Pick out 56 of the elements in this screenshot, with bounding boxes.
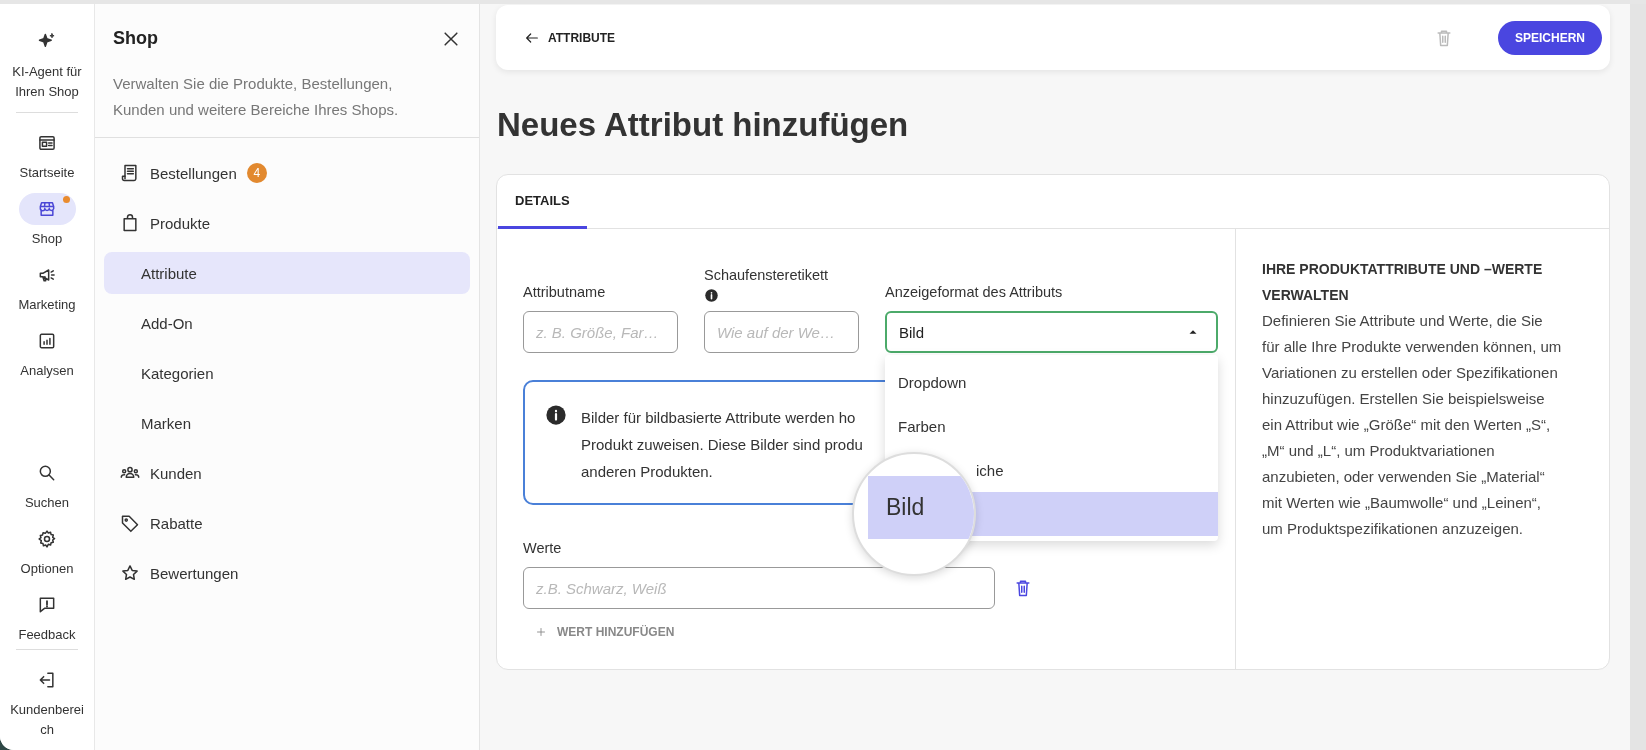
select-field[interactable]: Bild bbox=[885, 311, 1218, 353]
rail-label[interactable]: Startseite bbox=[4, 163, 90, 183]
rail-label[interactable]: Feedback bbox=[4, 625, 90, 645]
info-text-line: anderen Produkten. bbox=[581, 462, 714, 482]
info-text-line: Produkt zuweisen. Diese Bilder sind produ bbox=[581, 435, 863, 455]
text-field[interactable]: z. B. Größe, Far… bbox=[523, 311, 678, 353]
page-title: Neues Attribut hinzufügen bbox=[497, 106, 910, 144]
storefront-icon bbox=[37, 199, 57, 219]
field-label: Attributname bbox=[523, 283, 607, 302]
count-badge: 4 bbox=[246, 163, 267, 183]
tag-icon bbox=[120, 513, 140, 533]
star-icon bbox=[120, 563, 140, 583]
help-text: Definieren Sie Attribute und Werte, die Sie für alle Ihre Produkte verwenden können, um Variationen zu erstellen oder Spezifikationen hinzuzufügen. Erstellen Sie beispielsweise ein Attribut wie „Größe“ mit den Werten „S“, „M“ und „L“, um Produktvariationen anzubieten, oder verwenden Sie „Material“ mit Werten wie „Baumwolle“ und „Leinen“, um Produktspezifikationen anzuzeigen. bbox=[1262, 311, 1563, 539]
rail-label[interactable]: Kundenbereich bbox=[8, 700, 86, 740]
sidebar-item[interactable]: Rabatte bbox=[104, 502, 470, 544]
value-field[interactable]: z.B. Schwarz, Weiß bbox=[523, 567, 995, 609]
rail-button[interactable] bbox=[18, 193, 76, 225]
save-button[interactable]: SPEICHERN bbox=[1498, 20, 1602, 55]
sidebar-item[interactable]: Bestellungen 4 bbox=[104, 152, 470, 194]
dropdown-option[interactable]: Dropdown bbox=[885, 360, 1218, 404]
search-icon bbox=[37, 463, 57, 483]
plus-icon bbox=[535, 626, 547, 638]
magnified-option: Bild bbox=[886, 494, 925, 521]
receipt-icon bbox=[120, 163, 140, 183]
rail-label[interactable]: KI-Agent für Ihren Shop bbox=[4, 62, 90, 102]
sidebar-item[interactable]: Bewertungen bbox=[104, 552, 470, 594]
sidebar-title: Shop bbox=[113, 28, 158, 49]
sidebar-item[interactable]: Kunden bbox=[104, 452, 470, 494]
browser-window-icon bbox=[37, 133, 57, 153]
rail-label[interactable]: Shop bbox=[4, 229, 90, 249]
sidebar-item[interactable]: Attribute bbox=[104, 252, 470, 294]
text-field[interactable]: Wie auf der We… bbox=[704, 311, 859, 353]
sidebar-item[interactable]: Add-On bbox=[104, 302, 470, 344]
sidebar-item[interactable]: Marken bbox=[104, 402, 470, 444]
bar-chart-icon bbox=[37, 331, 57, 351]
rail-label[interactable]: Suchen bbox=[4, 493, 90, 513]
tab[interactable]: DETAILS bbox=[498, 175, 587, 229]
field-label: Anzeigeformat des Attributs bbox=[885, 283, 1064, 302]
field-label: Schaufensteretikett bbox=[704, 266, 830, 285]
rail-label[interactable]: Analysen bbox=[4, 361, 90, 381]
add-value-button[interactable]: WERT HINZUFÜGEN bbox=[523, 625, 675, 639]
help-title: IHRE PRODUKTATTRIBUTE UND –WERTE VERWALTEN bbox=[1262, 260, 1544, 305]
sign-in-icon bbox=[37, 670, 57, 690]
shopping-bag-icon bbox=[120, 213, 140, 233]
info-icon bbox=[545, 404, 567, 426]
field-label: Werte bbox=[523, 539, 563, 558]
rail-label[interactable]: Marketing bbox=[4, 295, 90, 315]
sidebar-description: Verwalten Sie die Produkte, Bestellungen, Kunden und weitere Bereiche Ihres Shops. bbox=[113, 74, 400, 120]
feedback-icon bbox=[37, 595, 57, 615]
sidebar-item[interactable]: Produkte bbox=[104, 202, 470, 244]
back-link[interactable]: ATTRIBUTE bbox=[524, 29, 616, 46]
info-text-line: Bilder für bildbasierte Attribute werden ho bbox=[581, 408, 857, 428]
sidebar-item[interactable]: Kategorien bbox=[104, 352, 470, 394]
rail-label[interactable]: Optionen bbox=[4, 559, 90, 579]
settings-icon bbox=[37, 529, 57, 549]
dropdown-option[interactable]: Farben bbox=[885, 404, 1218, 448]
